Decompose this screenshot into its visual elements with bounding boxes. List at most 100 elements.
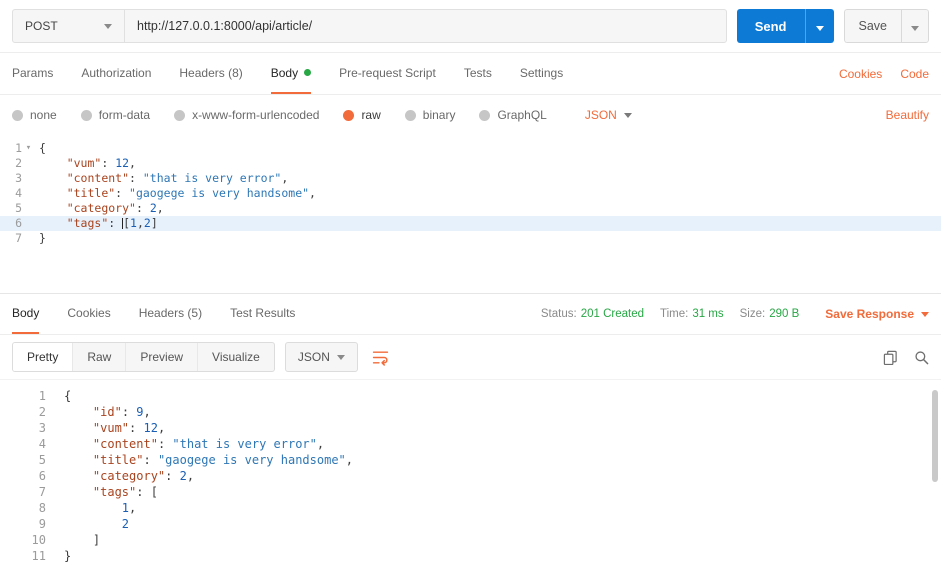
view-raw[interactable]: Raw: [73, 343, 127, 371]
code-line[interactable]: 7}: [0, 231, 941, 246]
code-line[interactable]: 2 "id": 9,: [0, 404, 941, 420]
fold-caret-icon: [22, 171, 35, 186]
code-line[interactable]: 10 ]: [0, 532, 941, 548]
code-line[interactable]: 3 "content": "that is very error",: [0, 171, 941, 186]
radio-label: x-www-form-urlencoded: [192, 108, 320, 122]
code-text: 2: [121, 517, 130, 531]
fold-caret-icon[interactable]: ▾: [22, 141, 35, 156]
body-active-dot: [304, 69, 312, 76]
code-text: 1,: [121, 501, 137, 515]
code-text: "title": "gaogege is very handsome",: [92, 453, 354, 467]
code-line[interactable]: 4 "content": "that is very error",: [0, 436, 941, 452]
code-text: "tags": [: [92, 485, 158, 499]
code-line[interactable]: 7 "tags": [: [0, 484, 941, 500]
beautify-link[interactable]: Beautify: [886, 108, 929, 122]
response-tab-test-results[interactable]: Test Results: [230, 294, 295, 334]
fold-caret-icon: [46, 404, 56, 420]
method-label: POST: [25, 19, 58, 33]
response-tab-body[interactable]: Body: [12, 294, 40, 334]
radio-binary[interactable]: binary: [404, 108, 455, 122]
line-number: 6: [38, 469, 46, 483]
fold-caret-icon: [22, 216, 35, 231]
code-line[interactable]: 9 2: [0, 516, 941, 532]
scrollbar-thumb[interactable]: [932, 390, 938, 482]
size-label: Size:: [739, 308, 766, 320]
fold-caret-icon: [22, 156, 35, 171]
radio-icon: [479, 109, 491, 121]
radio-x-www-form-urlencoded[interactable]: x-www-form-urlencoded: [174, 108, 319, 122]
status-value: 201 Created: [580, 308, 644, 320]
search-icon[interactable]: [914, 350, 929, 365]
send-options-button[interactable]: [804, 9, 834, 43]
code-line[interactable]: 5 "category": 2,: [0, 201, 941, 216]
status-code: Status: 201 Created: [541, 308, 644, 320]
tab-tests[interactable]: Tests: [464, 53, 492, 94]
fold-caret-icon: [46, 388, 56, 404]
radio-icon: [343, 109, 355, 121]
send-button-group: Send: [736, 9, 834, 43]
chevron-down-icon: [104, 23, 112, 29]
code-line[interactable]: 1{: [0, 388, 941, 404]
code-line[interactable]: 2 "vum": 12,: [0, 156, 941, 171]
fold-caret-icon: [46, 516, 56, 532]
response-tab-cookies[interactable]: Cookies: [67, 294, 110, 334]
code-line[interactable]: 8 1,: [0, 500, 941, 516]
view-pretty[interactable]: Pretty: [13, 343, 74, 371]
tab-settings[interactable]: Settings: [520, 53, 563, 94]
line-number: 10: [31, 533, 46, 547]
tab-body[interactable]: Body: [270, 53, 312, 94]
code-text: "category": 2,: [66, 201, 164, 215]
raw-language-label: JSON: [584, 108, 617, 122]
radio-none[interactable]: none: [12, 108, 57, 122]
code-line[interactable]: 1 ▾ {: [0, 141, 941, 156]
code-text: "tags": [1,2]: [66, 216, 158, 230]
cookies-link[interactable]: Cookies: [839, 67, 882, 81]
code-text: "category": 2,: [92, 469, 195, 483]
response-language-select[interactable]: JSON: [284, 342, 358, 372]
copy-icon[interactable]: [883, 350, 898, 365]
radio-graphql[interactable]: GraphQL: [479, 108, 547, 122]
code-line[interactable]: 6 "category": 2,: [0, 468, 941, 484]
line-number: 1: [15, 141, 22, 155]
line-number: 7: [38, 485, 46, 499]
tab-headers[interactable]: Headers (8): [179, 53, 242, 94]
response-body-viewer[interactable]: 1{2 "id": 9, 3 "vum": 12, 4 "content": "th…: [0, 379, 941, 566]
code-text: {: [39, 141, 46, 155]
code-text: "title": "gaogege is very handsome",: [66, 186, 316, 200]
tab-body-label: Body: [270, 65, 299, 80]
code-text: }: [64, 549, 72, 563]
code-line[interactable]: 6 "tags": [1,2]: [0, 216, 941, 231]
send-button[interactable]: Send: [736, 9, 805, 43]
save-response-button[interactable]: Save Response: [825, 294, 929, 334]
save-options-button[interactable]: [901, 9, 929, 43]
code-link[interactable]: Code: [900, 67, 929, 81]
response-size: Size: 290 B: [740, 308, 800, 320]
tab-authorization[interactable]: Authorization: [81, 53, 151, 94]
code-line[interactable]: 3 "vum": 12,: [0, 420, 941, 436]
code-line[interactable]: 4 "title": "gaogege is very handsome",: [0, 186, 941, 201]
save-button[interactable]: Save: [843, 9, 901, 43]
tab-pre-request-script[interactable]: Pre-request Script: [339, 53, 436, 94]
code-line[interactable]: 11}: [0, 548, 941, 564]
url-input[interactable]: [125, 10, 726, 42]
view-visualize[interactable]: Visualize: [198, 343, 274, 371]
wrap-lines-icon[interactable]: [372, 349, 389, 366]
response-toolbar: Pretty Raw Preview Visualize JSON: [0, 335, 941, 379]
response-toolbar-right: [883, 350, 929, 365]
response-status: Status: 201 Created Time: 31 ms Size: 29…: [541, 294, 799, 334]
response-tab-headers[interactable]: Headers (5): [139, 294, 202, 334]
fold-caret-icon: [46, 468, 56, 484]
line-number: 3: [38, 421, 46, 435]
code-text: {: [64, 389, 72, 403]
radio-raw[interactable]: raw: [343, 108, 381, 122]
line-number: 2: [38, 405, 46, 419]
radio-label: raw: [361, 108, 381, 122]
raw-language-select[interactable]: JSON: [585, 108, 632, 122]
code-line[interactable]: 5 "title": "gaogege is very handsome",: [0, 452, 941, 468]
view-preview[interactable]: Preview: [126, 343, 199, 371]
code-text: ]: [92, 533, 101, 547]
tab-params[interactable]: Params: [12, 53, 53, 94]
request-body-editor[interactable]: 1 ▾ {2 "vum": 12, 3 "content": "that is ver…: [0, 135, 941, 293]
method-select[interactable]: POST: [13, 10, 125, 42]
radio-form-data[interactable]: form-data: [80, 108, 150, 122]
